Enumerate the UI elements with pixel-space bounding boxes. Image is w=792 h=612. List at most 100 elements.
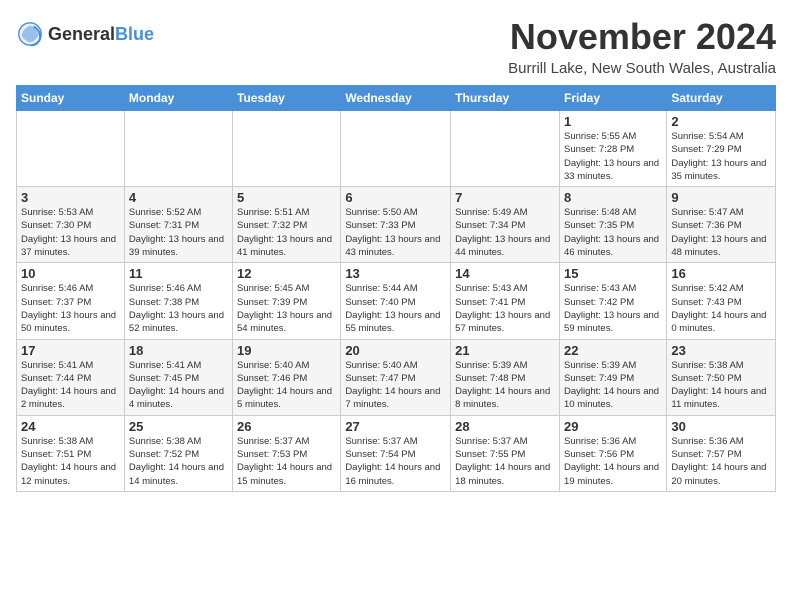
day-number: 8 — [564, 190, 662, 205]
day-info: Sunrise: 5:39 AM Sunset: 7:49 PM Dayligh… — [564, 359, 662, 412]
day-info: Sunrise: 5:53 AM Sunset: 7:30 PM Dayligh… — [21, 206, 120, 259]
calendar-week-row: 17Sunrise: 5:41 AM Sunset: 7:44 PM Dayli… — [17, 339, 776, 415]
day-info: Sunrise: 5:37 AM Sunset: 7:55 PM Dayligh… — [455, 435, 555, 488]
calendar-header-row: SundayMondayTuesdayWednesdayThursdayFrid… — [17, 86, 776, 111]
calendar-day-cell: 17Sunrise: 5:41 AM Sunset: 7:44 PM Dayli… — [17, 339, 125, 415]
calendar-day-cell: 25Sunrise: 5:38 AM Sunset: 7:52 PM Dayli… — [124, 415, 232, 491]
day-header-wednesday: Wednesday — [341, 86, 451, 111]
calendar-day-cell: 23Sunrise: 5:38 AM Sunset: 7:50 PM Dayli… — [667, 339, 776, 415]
day-number: 27 — [345, 419, 446, 434]
day-info: Sunrise: 5:48 AM Sunset: 7:35 PM Dayligh… — [564, 206, 662, 259]
calendar-day-cell: 6Sunrise: 5:50 AM Sunset: 7:33 PM Daylig… — [341, 187, 451, 263]
day-number: 20 — [345, 343, 446, 358]
day-info: Sunrise: 5:40 AM Sunset: 7:46 PM Dayligh… — [237, 359, 336, 412]
title-area: November 2024 Burrill Lake, New South Wa… — [508, 16, 776, 77]
calendar-day-cell: 21Sunrise: 5:39 AM Sunset: 7:48 PM Dayli… — [451, 339, 560, 415]
day-info: Sunrise: 5:38 AM Sunset: 7:51 PM Dayligh… — [21, 435, 120, 488]
day-info: Sunrise: 5:47 AM Sunset: 7:36 PM Dayligh… — [671, 206, 771, 259]
calendar-empty-cell — [17, 111, 125, 187]
day-number: 14 — [455, 266, 555, 281]
day-number: 29 — [564, 419, 662, 434]
day-info: Sunrise: 5:36 AM Sunset: 7:57 PM Dayligh… — [671, 435, 771, 488]
day-number: 26 — [237, 419, 336, 434]
calendar-day-cell: 4Sunrise: 5:52 AM Sunset: 7:31 PM Daylig… — [124, 187, 232, 263]
calendar-table: SundayMondayTuesdayWednesdayThursdayFrid… — [16, 85, 776, 492]
calendar-day-cell: 3Sunrise: 5:53 AM Sunset: 7:30 PM Daylig… — [17, 187, 125, 263]
day-number: 28 — [455, 419, 555, 434]
day-number: 18 — [129, 343, 228, 358]
day-info: Sunrise: 5:41 AM Sunset: 7:45 PM Dayligh… — [129, 359, 228, 412]
day-number: 6 — [345, 190, 446, 205]
calendar-day-cell: 28Sunrise: 5:37 AM Sunset: 7:55 PM Dayli… — [451, 415, 560, 491]
day-info: Sunrise: 5:50 AM Sunset: 7:33 PM Dayligh… — [345, 206, 446, 259]
day-number: 17 — [21, 343, 120, 358]
day-header-thursday: Thursday — [451, 86, 560, 111]
calendar-day-cell: 12Sunrise: 5:45 AM Sunset: 7:39 PM Dayli… — [233, 263, 341, 339]
calendar-empty-cell — [341, 111, 451, 187]
calendar-day-cell: 26Sunrise: 5:37 AM Sunset: 7:53 PM Dayli… — [233, 415, 341, 491]
calendar-day-cell: 29Sunrise: 5:36 AM Sunset: 7:56 PM Dayli… — [559, 415, 666, 491]
calendar-day-cell: 18Sunrise: 5:41 AM Sunset: 7:45 PM Dayli… — [124, 339, 232, 415]
calendar-day-cell: 9Sunrise: 5:47 AM Sunset: 7:36 PM Daylig… — [667, 187, 776, 263]
calendar-empty-cell — [233, 111, 341, 187]
logo-general: General — [48, 24, 115, 44]
calendar-day-cell: 1Sunrise: 5:55 AM Sunset: 7:28 PM Daylig… — [559, 111, 666, 187]
day-header-sunday: Sunday — [17, 86, 125, 111]
day-number: 12 — [237, 266, 336, 281]
day-info: Sunrise: 5:45 AM Sunset: 7:39 PM Dayligh… — [237, 282, 336, 335]
calendar-day-cell: 8Sunrise: 5:48 AM Sunset: 7:35 PM Daylig… — [559, 187, 666, 263]
day-info: Sunrise: 5:39 AM Sunset: 7:48 PM Dayligh… — [455, 359, 555, 412]
day-number: 13 — [345, 266, 446, 281]
calendar-week-row: 3Sunrise: 5:53 AM Sunset: 7:30 PM Daylig… — [17, 187, 776, 263]
day-info: Sunrise: 5:38 AM Sunset: 7:52 PM Dayligh… — [129, 435, 228, 488]
calendar-day-cell: 7Sunrise: 5:49 AM Sunset: 7:34 PM Daylig… — [451, 187, 560, 263]
logo: GeneralBlue — [16, 20, 154, 48]
calendar-week-row: 1Sunrise: 5:55 AM Sunset: 7:28 PM Daylig… — [17, 111, 776, 187]
day-number: 16 — [671, 266, 771, 281]
day-number: 2 — [671, 114, 771, 129]
page-header: GeneralBlue November 2024 Burrill Lake, … — [16, 16, 776, 77]
month-title: November 2024 — [508, 16, 776, 58]
day-info: Sunrise: 5:46 AM Sunset: 7:37 PM Dayligh… — [21, 282, 120, 335]
day-info: Sunrise: 5:54 AM Sunset: 7:29 PM Dayligh… — [671, 130, 771, 183]
day-info: Sunrise: 5:52 AM Sunset: 7:31 PM Dayligh… — [129, 206, 228, 259]
location-title: Burrill Lake, New South Wales, Australia — [508, 60, 776, 77]
calendar-day-cell: 13Sunrise: 5:44 AM Sunset: 7:40 PM Dayli… — [341, 263, 451, 339]
calendar-day-cell: 24Sunrise: 5:38 AM Sunset: 7:51 PM Dayli… — [17, 415, 125, 491]
calendar-day-cell: 27Sunrise: 5:37 AM Sunset: 7:54 PM Dayli… — [341, 415, 451, 491]
day-number: 24 — [21, 419, 120, 434]
day-number: 7 — [455, 190, 555, 205]
day-number: 19 — [237, 343, 336, 358]
calendar-empty-cell — [451, 111, 560, 187]
calendar-empty-cell — [124, 111, 232, 187]
day-info: Sunrise: 5:42 AM Sunset: 7:43 PM Dayligh… — [671, 282, 771, 335]
day-number: 22 — [564, 343, 662, 358]
calendar-day-cell: 15Sunrise: 5:43 AM Sunset: 7:42 PM Dayli… — [559, 263, 666, 339]
day-number: 3 — [21, 190, 120, 205]
day-number: 9 — [671, 190, 771, 205]
day-number: 25 — [129, 419, 228, 434]
day-number: 1 — [564, 114, 662, 129]
day-info: Sunrise: 5:55 AM Sunset: 7:28 PM Dayligh… — [564, 130, 662, 183]
day-info: Sunrise: 5:43 AM Sunset: 7:41 PM Dayligh… — [455, 282, 555, 335]
calendar-day-cell: 2Sunrise: 5:54 AM Sunset: 7:29 PM Daylig… — [667, 111, 776, 187]
calendar-day-cell: 14Sunrise: 5:43 AM Sunset: 7:41 PM Dayli… — [451, 263, 560, 339]
day-info: Sunrise: 5:51 AM Sunset: 7:32 PM Dayligh… — [237, 206, 336, 259]
day-number: 4 — [129, 190, 228, 205]
day-header-tuesday: Tuesday — [233, 86, 341, 111]
day-info: Sunrise: 5:41 AM Sunset: 7:44 PM Dayligh… — [21, 359, 120, 412]
day-header-monday: Monday — [124, 86, 232, 111]
calendar-day-cell: 11Sunrise: 5:46 AM Sunset: 7:38 PM Dayli… — [124, 263, 232, 339]
calendar-day-cell: 22Sunrise: 5:39 AM Sunset: 7:49 PM Dayli… — [559, 339, 666, 415]
calendar-day-cell: 10Sunrise: 5:46 AM Sunset: 7:37 PM Dayli… — [17, 263, 125, 339]
calendar-day-cell: 30Sunrise: 5:36 AM Sunset: 7:57 PM Dayli… — [667, 415, 776, 491]
day-info: Sunrise: 5:38 AM Sunset: 7:50 PM Dayligh… — [671, 359, 771, 412]
day-info: Sunrise: 5:43 AM Sunset: 7:42 PM Dayligh… — [564, 282, 662, 335]
day-number: 15 — [564, 266, 662, 281]
day-info: Sunrise: 5:37 AM Sunset: 7:53 PM Dayligh… — [237, 435, 336, 488]
day-header-friday: Friday — [559, 86, 666, 111]
day-info: Sunrise: 5:44 AM Sunset: 7:40 PM Dayligh… — [345, 282, 446, 335]
calendar-week-row: 24Sunrise: 5:38 AM Sunset: 7:51 PM Dayli… — [17, 415, 776, 491]
day-info: Sunrise: 5:37 AM Sunset: 7:54 PM Dayligh… — [345, 435, 446, 488]
day-number: 5 — [237, 190, 336, 205]
